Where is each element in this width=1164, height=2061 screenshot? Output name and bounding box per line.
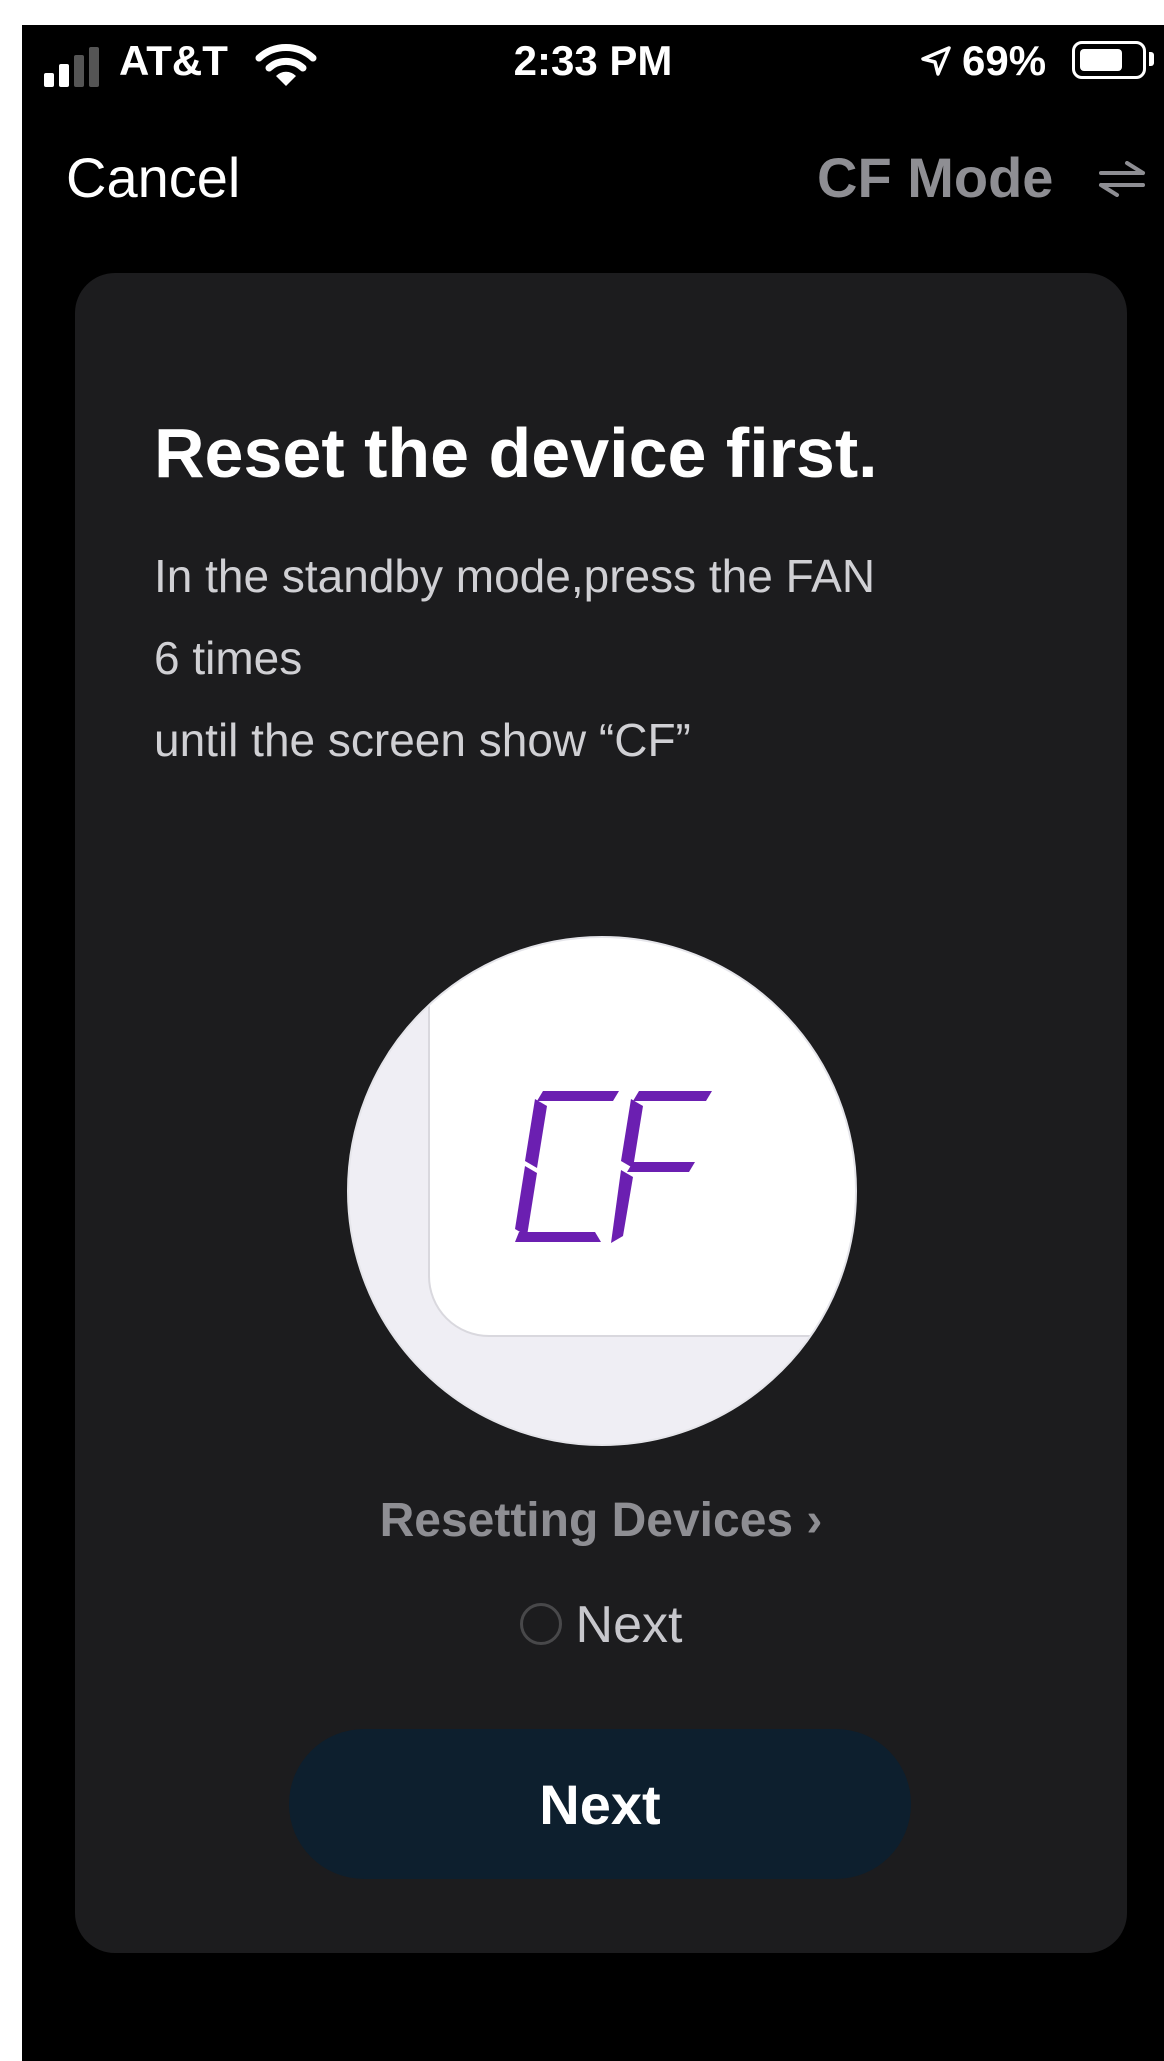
battery-percent: 69% xyxy=(962,37,1047,84)
cf-display-illustration xyxy=(347,936,857,1446)
location-icon xyxy=(921,46,951,76)
cf-mode-button[interactable]: CF Mode xyxy=(817,145,1053,210)
app-screen: AT&T 2:33 PM 69% Cancel CF Mode Reset th… xyxy=(22,25,1164,2061)
swap-arrows-icon[interactable] xyxy=(1097,161,1147,197)
description-line: In the standby mode,press the FAN xyxy=(154,550,876,602)
resetting-devices-label: Resetting Devices xyxy=(379,1494,794,1547)
description-line: until the screen show “CF” xyxy=(154,714,691,766)
chevron-right-icon: › xyxy=(793,1494,823,1547)
cancel-button[interactable]: Cancel xyxy=(66,145,240,210)
description-line: 6 times xyxy=(154,632,303,684)
resetting-devices-link[interactable]: Resetting Devices › xyxy=(75,1493,1127,1548)
confirm-reset-radio[interactable]: Next xyxy=(75,1595,1127,1655)
battery-tip xyxy=(1149,52,1154,66)
card-title: Reset the device first. xyxy=(154,414,878,492)
card-description: In the standby mode,press the FAN 6 time… xyxy=(154,535,875,781)
reset-instructions-card: Reset the device first. In the standby m… xyxy=(75,273,1127,1953)
confirm-label: Next xyxy=(575,1596,683,1654)
battery-icon xyxy=(1072,41,1146,79)
status-bar: AT&T 2:33 PM 69% xyxy=(22,25,1164,100)
next-button[interactable]: Next xyxy=(289,1729,911,1879)
radio-circle-icon[interactable] xyxy=(519,1603,562,1646)
